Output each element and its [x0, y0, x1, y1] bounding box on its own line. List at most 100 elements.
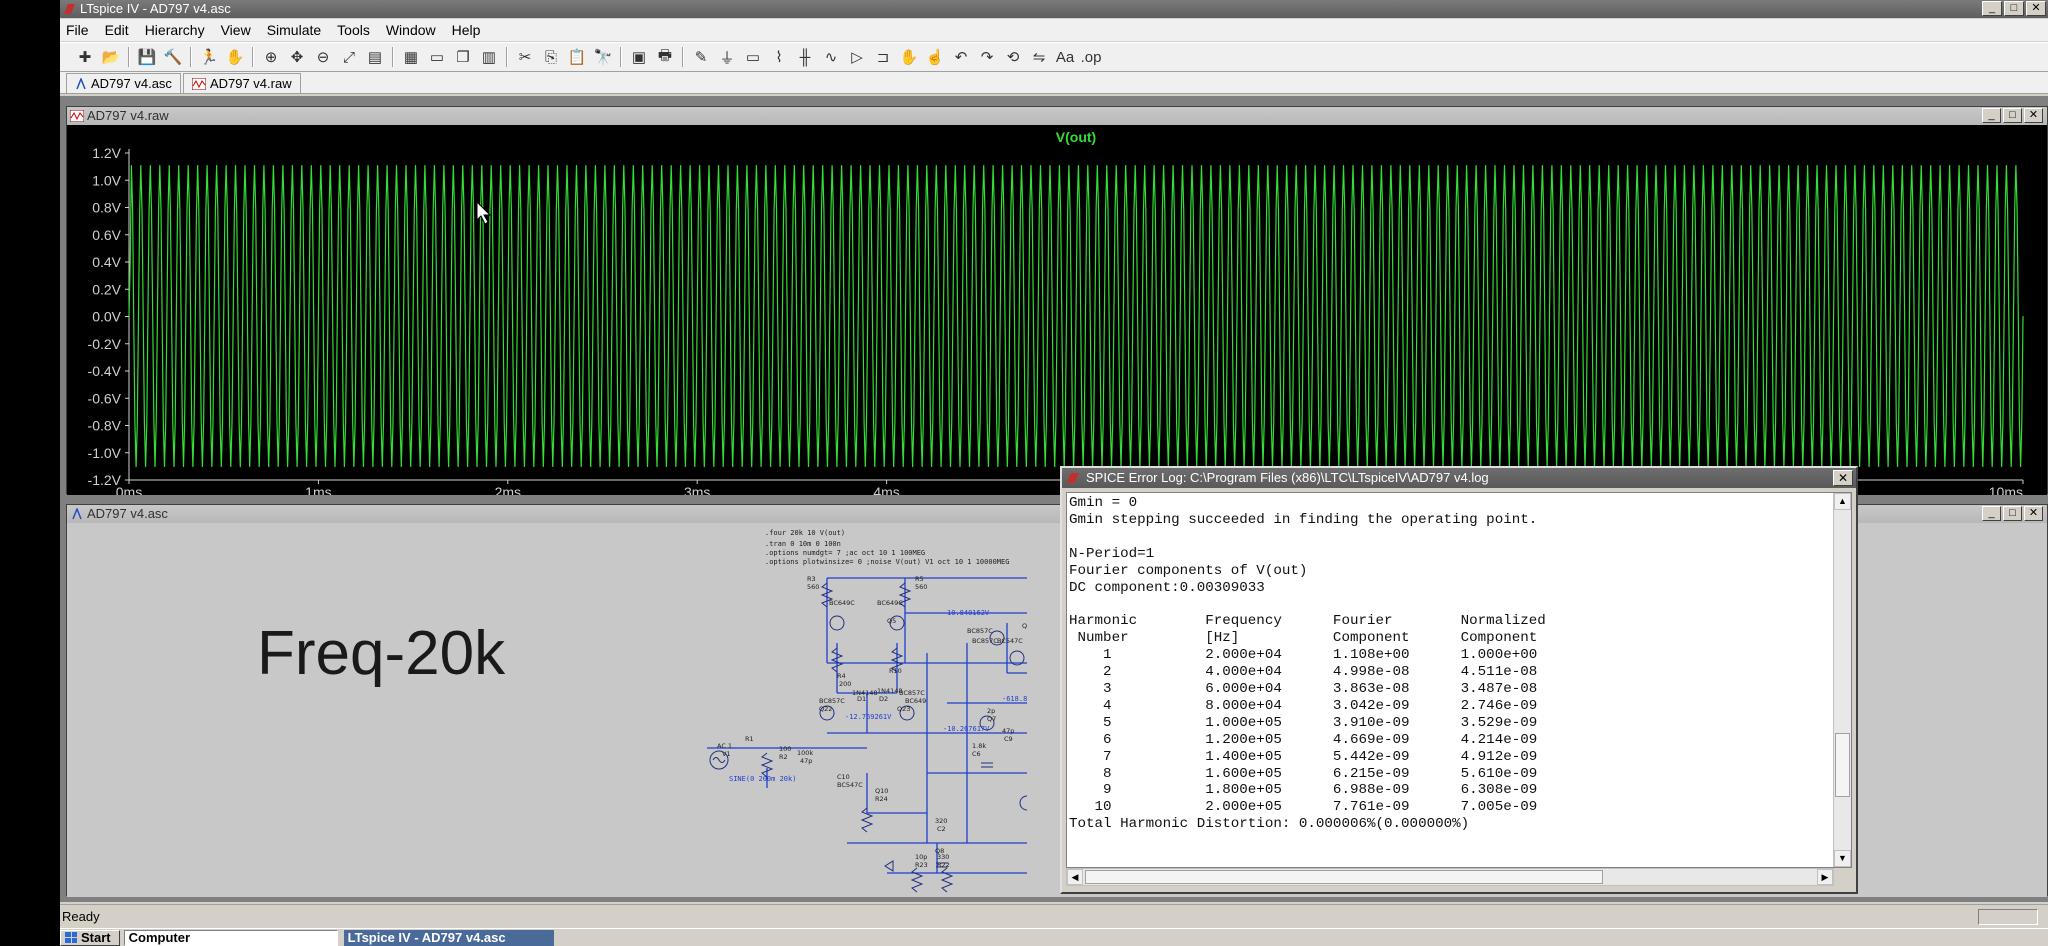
- copy-icon[interactable]: ⎘: [538, 46, 564, 68]
- schematic-maximize-button[interactable]: □: [2003, 506, 2022, 521]
- wire-icon[interactable]: ✎: [688, 46, 714, 68]
- inductor-icon[interactable]: ∿: [818, 46, 844, 68]
- component-label[interactable]: BC649C: [829, 599, 855, 607]
- component-label[interactable]: Q21: [1022, 622, 1027, 630]
- component-label[interactable]: BC857C: [899, 689, 925, 697]
- component-label[interactable]: 10p: [915, 853, 927, 861]
- component-label[interactable]: C10: [837, 773, 850, 781]
- capacitor-icon[interactable]: ╫: [792, 46, 818, 68]
- redo-icon[interactable]: ↷: [974, 46, 1000, 68]
- resistor-symbol[interactable]: [940, 867, 954, 893]
- component-label[interactable]: R4: [837, 672, 846, 680]
- error-log-vertical-scrollbar[interactable]: ▲ ▼: [1833, 493, 1851, 867]
- open-icon[interactable]: 📂: [98, 46, 124, 68]
- zoom-fit-icon[interactable]: ⤢: [336, 46, 362, 68]
- component-label[interactable]: AC 1: [717, 742, 732, 750]
- rotate-icon[interactable]: ⟲: [1000, 46, 1026, 68]
- component-label[interactable]: BC857C: [819, 697, 845, 705]
- scroll-down-icon[interactable]: ▼: [1834, 850, 1851, 867]
- component-label[interactable]: C9: [1004, 735, 1013, 743]
- schematic-close-button[interactable]: ✕: [2024, 506, 2043, 521]
- app-close-button[interactable]: ✕: [2026, 1, 2046, 16]
- component-label[interactable]: Q23: [897, 705, 910, 713]
- new-schematic-icon[interactable]: ✚: [72, 46, 98, 68]
- component-label[interactable]: Q7: [987, 715, 996, 723]
- text-icon[interactable]: Aa: [1052, 46, 1078, 68]
- menu-file[interactable]: File: [66, 22, 89, 38]
- waveform-plot-area[interactable]: 1.2V 1.0V 0.8V 0.6V 0.4V 0.2V 0.0V -0.2V -0.4V -0…: [67, 125, 2047, 500]
- ground-icon[interactable]: ⏚: [714, 46, 740, 68]
- tile-vertical-icon[interactable]: ▥: [476, 46, 502, 68]
- tab-schematic[interactable]: AD797 v4.asc: [66, 73, 181, 93]
- component-label[interactable]: D1: [857, 695, 866, 703]
- schematic-drawing[interactable]: 10.840162V -618.86537mV -10.267617V -12.769…: [67, 523, 1027, 897]
- menu-window[interactable]: Window: [386, 22, 436, 38]
- waveform-maximize-button[interactable]: □: [2003, 108, 2022, 123]
- component-label[interactable]: Q22: [819, 705, 832, 713]
- component-label[interactable]: R2: [779, 753, 788, 761]
- source-label[interactable]: SINE(0 200m 20k): [729, 775, 796, 783]
- component-label[interactable]: BC857C: [972, 637, 998, 645]
- pan-icon[interactable]: ✥: [284, 46, 310, 68]
- app-maximize-button[interactable]: □: [2004, 1, 2024, 16]
- error-log-close-button[interactable]: ✕: [1833, 470, 1853, 486]
- menu-hierarchy[interactable]: Hierarchy: [145, 22, 205, 38]
- save-icon[interactable]: 💾: [134, 46, 160, 68]
- component-label[interactable]: R24: [875, 795, 888, 803]
- waveform-plot[interactable]: 1.2V 1.0V 0.8V 0.6V 0.4V 0.2V 0.0V -0.2V -0.4V -0…: [67, 125, 2047, 500]
- zoom-out-icon[interactable]: ⊖: [310, 46, 336, 68]
- paste-icon[interactable]: 📋: [564, 46, 590, 68]
- taskbar-address-field[interactable]: Computer: [123, 929, 338, 946]
- component-label[interactable]: Q10: [875, 787, 888, 795]
- error-log-horizontal-scrollbar[interactable]: ◀ ▶: [1066, 868, 1834, 886]
- component-label[interactable]: C6: [972, 750, 981, 758]
- find-icon[interactable]: 🔭: [590, 46, 616, 68]
- component-label[interactable]: 47p: [1002, 727, 1014, 735]
- print-icon[interactable]: 🖶: [652, 46, 678, 68]
- component-label[interactable]: 200: [839, 680, 851, 688]
- component-icon[interactable]: ⊐: [870, 46, 896, 68]
- trace-label-vout[interactable]: V(out): [1056, 129, 1096, 145]
- waveform-minimize-button[interactable]: _: [1982, 108, 2001, 123]
- print-setup-icon[interactable]: ▣: [626, 46, 652, 68]
- diode-icon[interactable]: ▷: [844, 46, 870, 68]
- menu-edit[interactable]: Edit: [105, 22, 129, 38]
- component-label[interactable]: D2: [879, 695, 888, 703]
- app-title-bar[interactable]: LTspice IV - AD797 v4.asc _ □ ✕: [60, 0, 2048, 18]
- menu-view[interactable]: View: [221, 22, 251, 38]
- component-label[interactable]: Q8: [935, 847, 944, 855]
- drag-icon[interactable]: ☝: [922, 46, 948, 68]
- transistor-symbol[interactable]: [829, 615, 845, 631]
- resistor-icon[interactable]: ⌇: [766, 46, 792, 68]
- waveform-window-titlebar[interactable]: AD797 v4.raw _ □ ✕: [67, 107, 2047, 125]
- component-label[interactable]: BC649: [905, 697, 926, 705]
- component-label[interactable]: 47p: [800, 757, 812, 765]
- transistor-symbol[interactable]: [1019, 795, 1027, 811]
- component-label[interactable]: R3: [807, 575, 816, 583]
- component-label[interactable]: 1.8k: [972, 742, 986, 750]
- undo-icon[interactable]: ↶: [948, 46, 974, 68]
- menu-help[interactable]: Help: [452, 22, 481, 38]
- error-log-text-area[interactable]: Gmin = 0 Gmin stepping succeeded in find…: [1066, 492, 1852, 868]
- app-minimize-button[interactable]: _: [1982, 1, 2002, 16]
- scroll-up-icon[interactable]: ▲: [1834, 493, 1851, 510]
- scroll-left-icon[interactable]: ◀: [1067, 869, 1083, 885]
- resistor-symbol[interactable]: [910, 867, 924, 893]
- cut-icon[interactable]: ✂: [512, 46, 538, 68]
- component-label[interactable]: Q5: [887, 617, 896, 625]
- component-label[interactable]: BC857C: [967, 627, 993, 635]
- halt-icon[interactable]: ✋: [222, 46, 248, 68]
- taskbar-ltspice-task[interactable]: LTspice IV - AD797 v4.asc: [343, 929, 554, 946]
- net-voltage-label[interactable]: -10.267617V: [943, 725, 990, 733]
- component-label[interactable]: R22: [937, 861, 950, 869]
- move-icon[interactable]: ✋: [896, 46, 922, 68]
- scroll-right-icon[interactable]: ▶: [1817, 869, 1833, 885]
- component-label[interactable]: 560: [807, 583, 819, 591]
- zoom-in-icon[interactable]: ⊕: [258, 46, 284, 68]
- error-log-vertical-thumb[interactable]: [1835, 733, 1850, 797]
- label-icon[interactable]: ▭: [740, 46, 766, 68]
- component-label[interactable]: R10: [889, 667, 902, 675]
- tab-waveform[interactable]: AD797 v4.raw: [182, 73, 301, 93]
- run-icon[interactable]: 🏃: [196, 46, 222, 68]
- component-label[interactable]: BC547C: [837, 781, 863, 789]
